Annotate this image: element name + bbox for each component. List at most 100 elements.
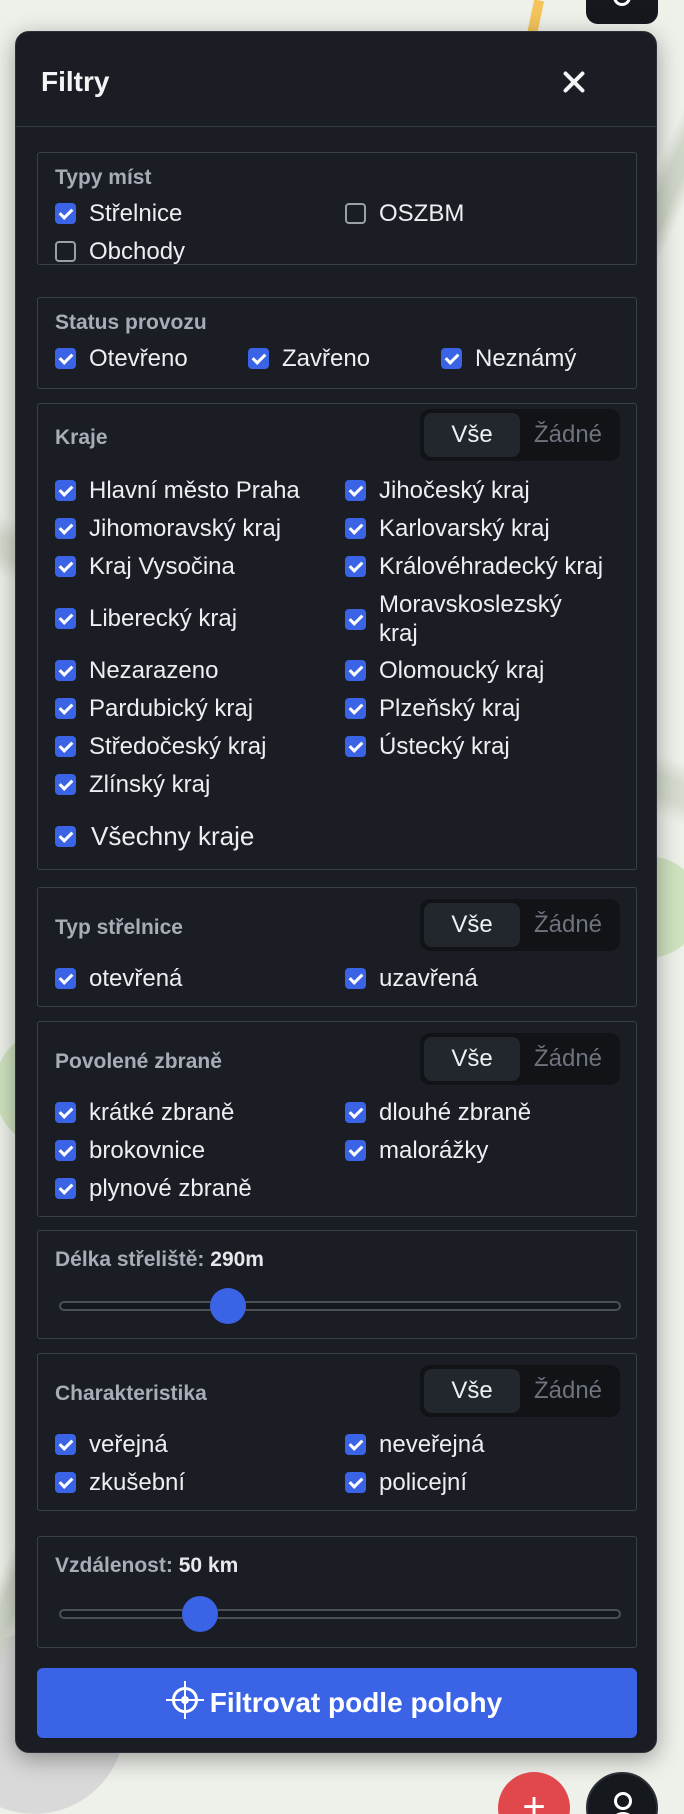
checkbox-label: Moravskoslezský kraj bbox=[379, 591, 562, 647]
checkbox-region[interactable]: Ústecký kraj bbox=[345, 732, 510, 761]
checkbox-strelnice[interactable]: Střelnice bbox=[55, 199, 182, 228]
user-icon bbox=[614, 1792, 632, 1810]
checkbox-region[interactable]: Liberecký kraj bbox=[55, 604, 237, 633]
checkbox-characteristic[interactable]: neveřejná bbox=[345, 1430, 484, 1459]
select-all-button[interactable]: Vše bbox=[424, 1037, 520, 1081]
checkbox-weapon[interactable]: plynové zbraně bbox=[55, 1174, 252, 1203]
checkbox-label: brokovnice bbox=[89, 1137, 206, 1164]
checkbox-weapon[interactable]: dlouhé zbraně bbox=[345, 1098, 531, 1127]
section-title: Charakteristika bbox=[55, 1382, 207, 1405]
checkbox-label: dlouhé zbraně bbox=[379, 1099, 532, 1126]
checkbox-region[interactable]: Pardubický kraj bbox=[55, 694, 253, 723]
regions-toggle: Vše Žádné bbox=[420, 409, 620, 461]
checkbox-region[interactable]: Olomoucký kraj bbox=[345, 656, 544, 685]
checkbox-label: otevřená bbox=[89, 965, 183, 992]
characteristics-toggle: Vše Žádné bbox=[420, 1365, 620, 1417]
select-all-button[interactable]: Vše bbox=[424, 1369, 520, 1413]
length-slider-thumb[interactable] bbox=[209, 1288, 246, 1324]
checkbox-characteristic[interactable]: veřejná bbox=[55, 1430, 168, 1459]
checkbox-label: Střelnice bbox=[89, 200, 183, 227]
select-none-button[interactable]: Žádné bbox=[520, 1369, 616, 1413]
checkbox-region[interactable]: Kraj Vysočina bbox=[55, 552, 235, 581]
checkbox-icon bbox=[55, 698, 76, 719]
checkbox-all-regions[interactable]: Všechny kraje bbox=[55, 822, 254, 851]
checkbox-label: Zlínský kraj bbox=[89, 771, 211, 798]
checkbox-region[interactable]: Nezarazeno bbox=[55, 656, 218, 685]
filter-by-location-button[interactable]: Filtrovat podle polohy bbox=[37, 1668, 637, 1738]
checkbox-label: krátké zbraně bbox=[89, 1099, 235, 1126]
select-all-button[interactable]: Vše bbox=[424, 903, 520, 947]
distance-slider[interactable] bbox=[59, 1609, 621, 1619]
checkbox-icon bbox=[248, 348, 269, 369]
checkbox-label: zkušební bbox=[89, 1469, 186, 1496]
distance-slider-thumb[interactable] bbox=[181, 1596, 218, 1632]
checkbox-icon bbox=[55, 556, 76, 577]
checkbox-icon bbox=[345, 1140, 366, 1161]
section-distance: Vzdálenost: 50 km bbox=[37, 1536, 637, 1648]
checkbox-label: OSZBM bbox=[379, 200, 465, 227]
checkbox-region[interactable]: Zlínský kraj bbox=[55, 770, 210, 799]
checkbox-icon bbox=[55, 1472, 76, 1493]
select-none-button[interactable]: Žádné bbox=[520, 903, 616, 947]
checkbox-region[interactable]: Hlavní město Praha bbox=[55, 476, 300, 505]
checkbox-label: Liberecký kraj bbox=[89, 605, 238, 632]
checkbox-weapon[interactable]: malorážky bbox=[345, 1136, 488, 1165]
checkbox-label: Obchody bbox=[89, 238, 186, 265]
length-slider[interactable] bbox=[59, 1301, 621, 1311]
checkbox-characteristic[interactable]: policejní bbox=[345, 1468, 467, 1497]
length-label-text: Délka střeliště: bbox=[55, 1248, 205, 1271]
checkbox-region[interactable]: Karlovarský kraj bbox=[345, 514, 550, 543]
section-title: Povolené zbraně bbox=[55, 1050, 222, 1073]
length-label: Délka střeliště: 290m bbox=[55, 1248, 264, 1272]
checkbox-icon bbox=[55, 1140, 76, 1161]
checkbox-label: neveřejná bbox=[379, 1431, 485, 1458]
checkbox-weapon[interactable]: brokovnice bbox=[55, 1136, 205, 1165]
checkbox-label: uzavřená bbox=[379, 965, 478, 992]
checkbox-icon bbox=[345, 556, 366, 577]
checkbox-otevreno[interactable]: Otevřeno bbox=[55, 344, 188, 373]
checkbox-label: Olomoucký kraj bbox=[379, 657, 545, 684]
filters-panel: Filtry Typy míst Střelnice OSZBM Obchody… bbox=[15, 31, 657, 1753]
checkbox-label: Kraj Vysočina bbox=[89, 553, 235, 580]
checkbox-label: Nezarazeno bbox=[89, 657, 219, 684]
checkbox-label: Pardubický kraj bbox=[89, 695, 254, 722]
range-type-toggle: Vše Žádné bbox=[420, 899, 620, 951]
close-icon[interactable] bbox=[556, 64, 592, 100]
checkbox-region[interactable]: Moravskoslezský kraj bbox=[345, 590, 565, 648]
button-label: Filtrovat podle polohy bbox=[209, 1687, 503, 1718]
checkbox-otevrena[interactable]: otevřená bbox=[55, 964, 182, 993]
checkbox-weapon[interactable]: krátké zbraně bbox=[55, 1098, 234, 1127]
checkbox-uzavrena[interactable]: uzavřená bbox=[345, 964, 478, 993]
select-none-button[interactable]: Žádné bbox=[520, 1037, 616, 1081]
select-all-button[interactable]: Vše bbox=[424, 413, 520, 457]
checkbox-region[interactable]: Jihomoravský kraj bbox=[55, 514, 281, 543]
section-range-type: Typ střelnice Vše Žádné otevřená uzavřen… bbox=[37, 887, 637, 1007]
checkbox-region[interactable]: Jihočeský kraj bbox=[345, 476, 530, 505]
section-weapons: Povolené zbraně Vše Žádné krátké zbraně … bbox=[37, 1021, 637, 1217]
search-map-button[interactable] bbox=[586, 0, 658, 24]
section-title: Status provozu bbox=[55, 311, 207, 334]
checkbox-icon bbox=[55, 1434, 76, 1455]
section-length: Délka střeliště: 290m bbox=[37, 1230, 637, 1339]
checkbox-icon bbox=[55, 968, 76, 989]
checkbox-icon bbox=[55, 608, 76, 629]
checkbox-obchody[interactable]: Obchody bbox=[55, 237, 185, 266]
checkbox-zavreno[interactable]: Zavřeno bbox=[248, 344, 370, 373]
length-value: 290m bbox=[210, 1248, 264, 1271]
checkbox-oszbm[interactable]: OSZBM bbox=[345, 199, 464, 228]
checkbox-region[interactable]: Královéhradecký kraj bbox=[345, 552, 603, 581]
checkbox-region[interactable]: Středočeský kraj bbox=[55, 732, 266, 761]
checkbox-region[interactable]: Plzeňský kraj bbox=[345, 694, 520, 723]
select-none-button[interactable]: Žádné bbox=[520, 413, 616, 457]
checkbox-icon bbox=[345, 203, 366, 224]
checkbox-icon bbox=[55, 480, 76, 501]
checkbox-icon bbox=[345, 660, 366, 681]
distance-label-text: Vzdálenost: bbox=[55, 1554, 173, 1577]
section-title: Typ střelnice bbox=[55, 916, 183, 939]
checkbox-icon bbox=[345, 1472, 366, 1493]
checkbox-icon bbox=[55, 826, 76, 847]
checkbox-characteristic[interactable]: zkušební bbox=[55, 1468, 185, 1497]
section-title: Kraje bbox=[55, 426, 108, 449]
panel-header: Filtry bbox=[16, 32, 656, 127]
checkbox-neznamy[interactable]: Neznámý bbox=[441, 344, 576, 373]
